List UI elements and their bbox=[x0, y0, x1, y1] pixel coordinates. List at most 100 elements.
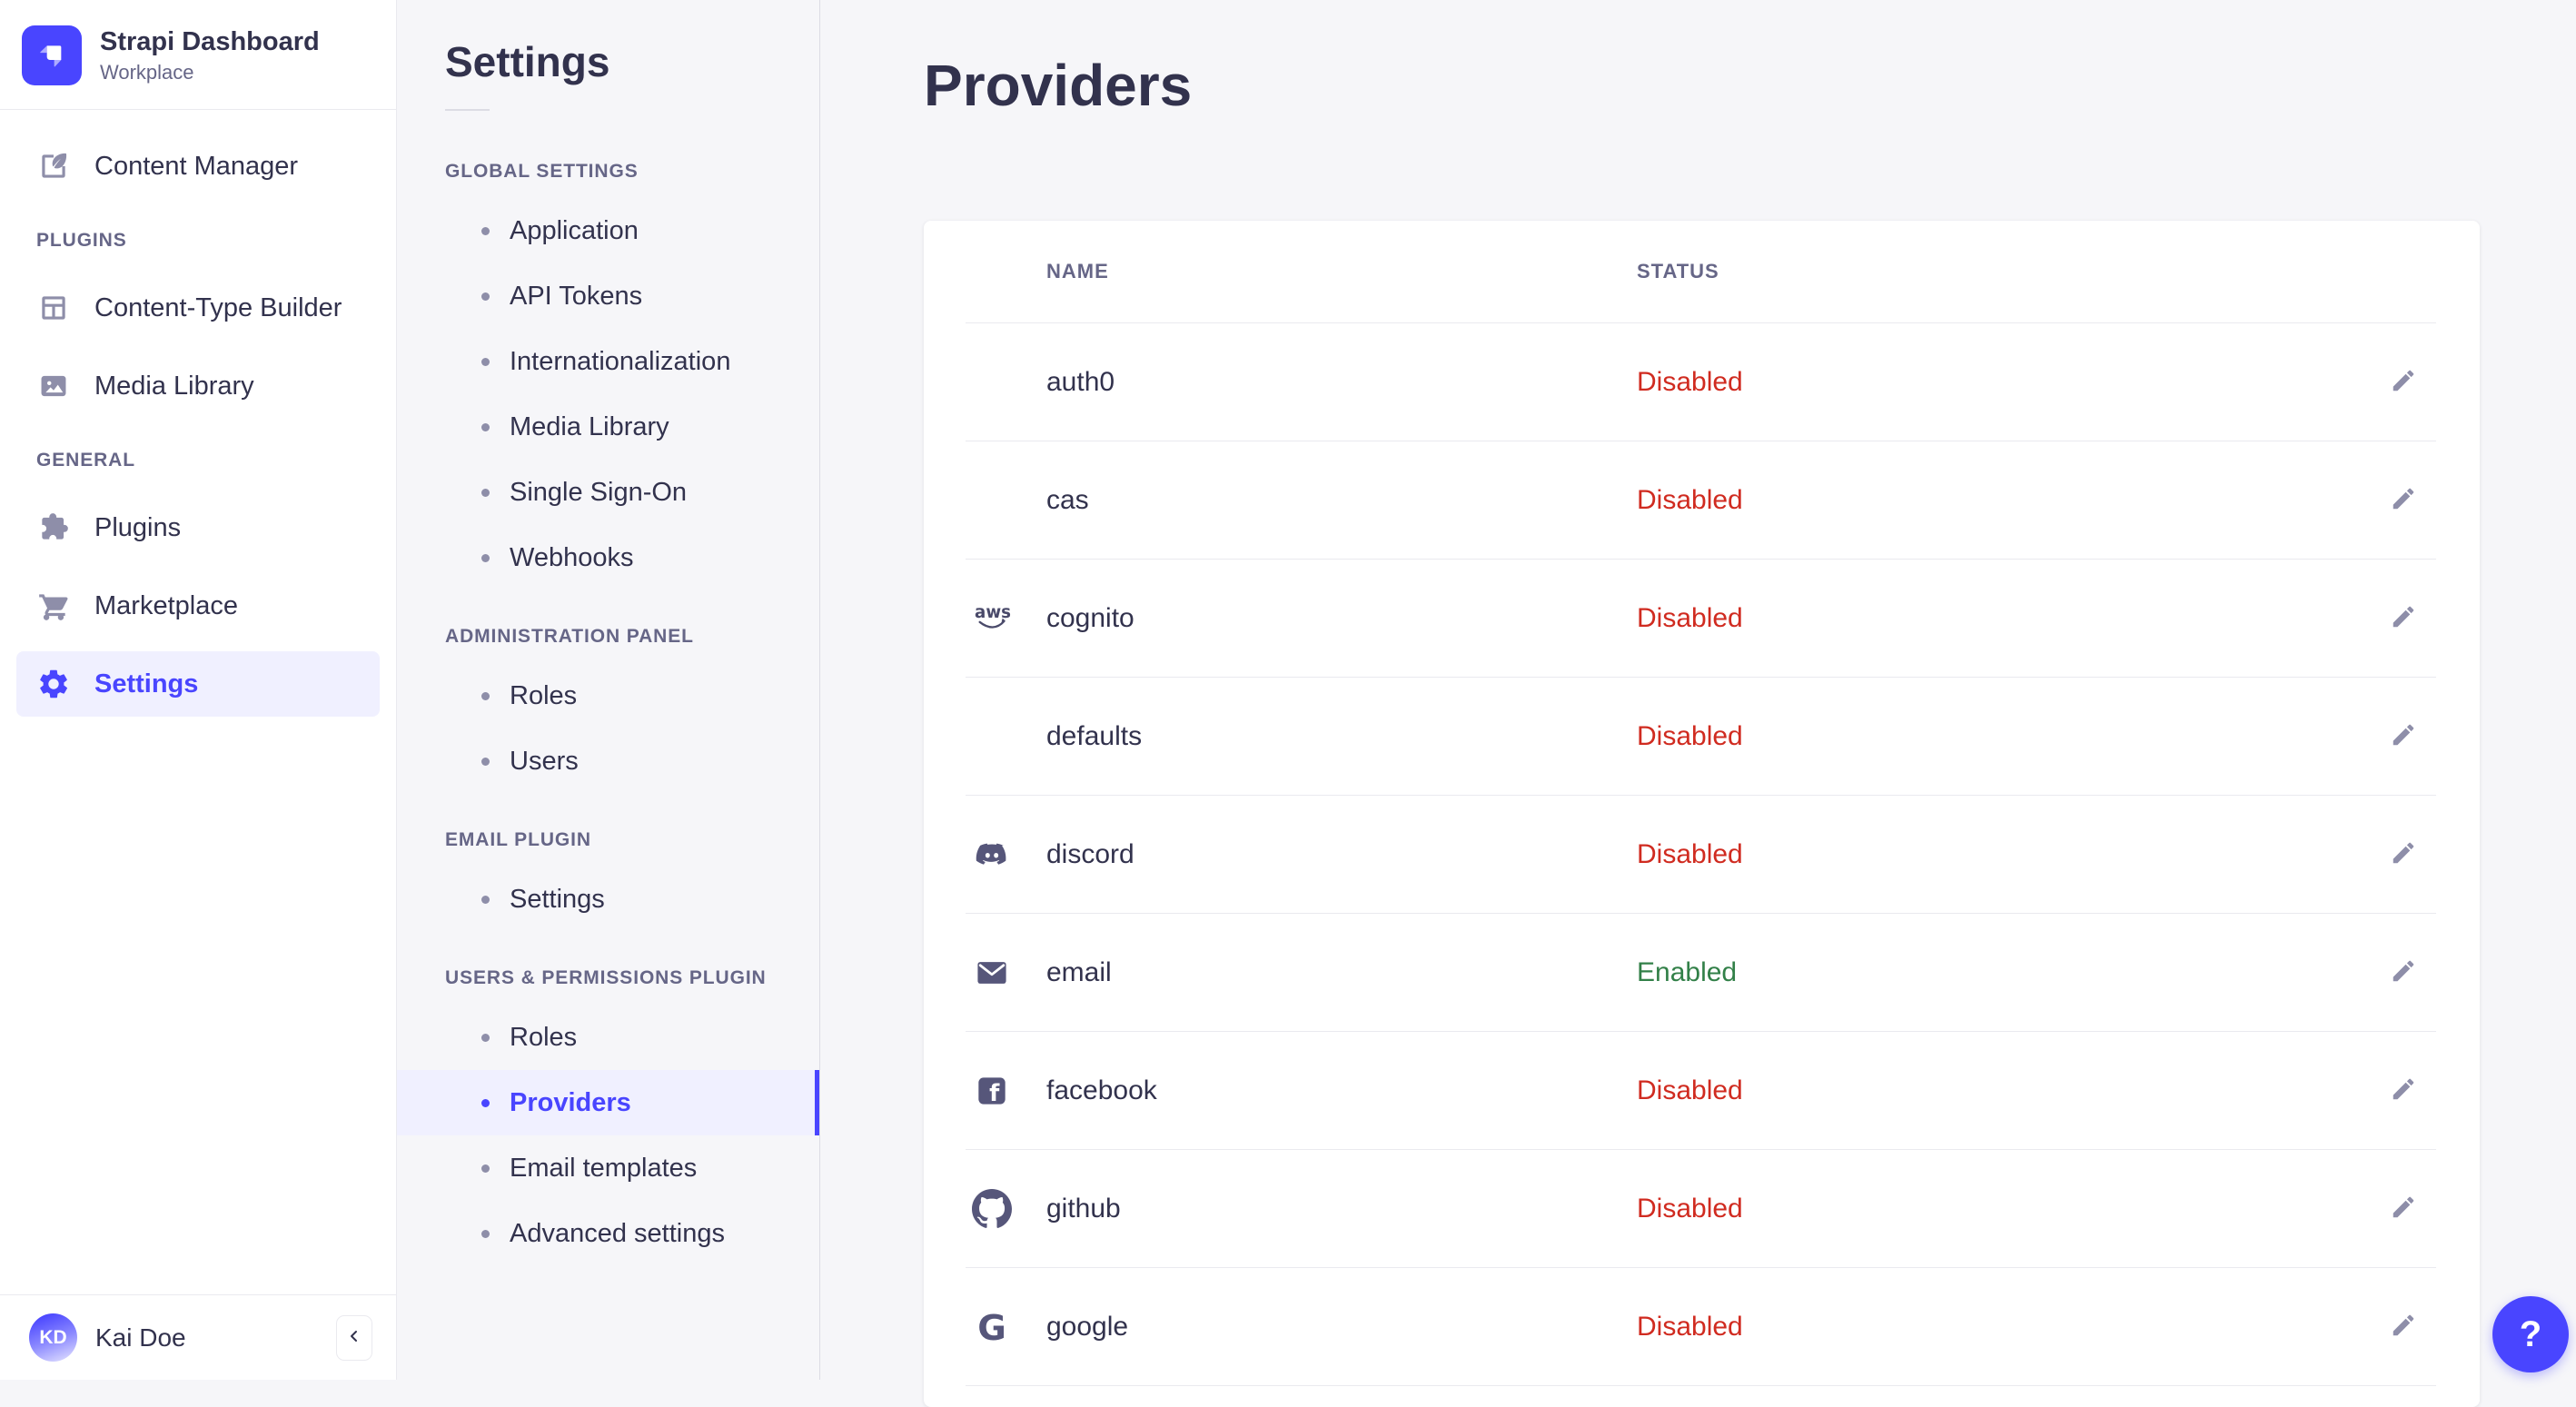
subnav-item-label: Email templates bbox=[510, 1154, 697, 1184]
bullet-icon bbox=[481, 358, 490, 366]
subnav-item-label: Single Sign-On bbox=[510, 478, 687, 508]
subnav-item-label: Webhooks bbox=[510, 543, 634, 573]
subnav-item-label: Roles bbox=[510, 1023, 577, 1053]
table-row-github[interactable]: github Disabled bbox=[966, 1150, 2436, 1268]
subnav-item-label: Providers bbox=[510, 1088, 631, 1118]
subnav-item-application[interactable]: Application bbox=[397, 198, 819, 263]
strapi-logo-icon bbox=[22, 25, 82, 85]
subnav-item-email-settings[interactable]: Settings bbox=[397, 867, 819, 932]
subnav-item-label: API Tokens bbox=[510, 282, 642, 312]
status-badge: Disabled bbox=[1637, 1194, 1743, 1224]
pencil-icon bbox=[2390, 1312, 2417, 1342]
brand-text: Strapi Dashboard Workplace bbox=[100, 25, 320, 85]
pencil-icon bbox=[2390, 721, 2417, 751]
edit-provider-button[interactable] bbox=[2384, 834, 2422, 875]
table-row-defaults[interactable]: defaults Disabled bbox=[966, 678, 2436, 796]
workspace-subtitle: Workplace bbox=[100, 60, 320, 85]
pencil-icon bbox=[2390, 957, 2417, 987]
main-content: Providers NAME STATUS auth0 Disabled cas… bbox=[820, 0, 2576, 1380]
subnav-item-single-sign-on[interactable]: Single Sign-On bbox=[397, 460, 819, 525]
app-root: Strapi Dashboard Workplace Content Manag… bbox=[0, 0, 2576, 1380]
subnav-item-advanced-settings[interactable]: Advanced settings bbox=[397, 1201, 819, 1266]
subnav-item-up-roles[interactable]: Roles bbox=[397, 1005, 819, 1070]
status-badge: Disabled bbox=[1637, 367, 1743, 397]
table-row-discord[interactable]: discord Disabled bbox=[966, 796, 2436, 914]
sidebar-item-settings[interactable]: Settings bbox=[16, 651, 380, 717]
subnav-item-label: Application bbox=[510, 216, 639, 246]
table-header-row: NAME STATUS bbox=[966, 221, 2436, 323]
table-row-auth0[interactable]: auth0 Disabled bbox=[966, 323, 2436, 441]
subnav-item-internationalization[interactable]: Internationalization bbox=[397, 329, 819, 394]
edit-provider-button[interactable] bbox=[2384, 480, 2422, 520]
subnav-item-admin-users[interactable]: Users bbox=[397, 728, 819, 794]
pencil-icon bbox=[2390, 367, 2417, 397]
provider-name: defaults bbox=[1046, 721, 1142, 752]
edit-provider-button[interactable] bbox=[2384, 598, 2422, 639]
sidebar-item-plugins[interactable]: Plugins bbox=[16, 495, 380, 560]
svg-text:f: f bbox=[989, 1080, 1000, 1107]
subnav-item-label: Settings bbox=[510, 885, 605, 915]
subnav-item-label: Media Library bbox=[510, 412, 669, 442]
providers-table-card: NAME STATUS auth0 Disabled cas Disabled bbox=[924, 221, 2480, 1407]
subnav-section-administration-panel: ADMINISTRATION PANEL bbox=[445, 626, 819, 648]
picture-icon bbox=[36, 369, 71, 403]
edit-provider-button[interactable] bbox=[2384, 1306, 2422, 1347]
sidebar-nav: Content Manager PLUGINS Content-Type Bui… bbox=[0, 110, 396, 1294]
bullet-icon bbox=[481, 1164, 490, 1173]
status-badge: Disabled bbox=[1637, 1075, 1743, 1105]
main-sidebar: Strapi Dashboard Workplace Content Manag… bbox=[0, 0, 397, 1380]
sidebar-footer: KD Kai Doe bbox=[0, 1294, 396, 1380]
edit-provider-button[interactable] bbox=[2384, 362, 2422, 402]
subnav-item-api-tokens[interactable]: API Tokens bbox=[397, 263, 819, 329]
table-row-cognito[interactable]: aws cognito Disabled bbox=[966, 560, 2436, 678]
pencil-icon bbox=[2390, 1075, 2417, 1105]
table-row-facebook[interactable]: f facebook Disabled bbox=[966, 1032, 2436, 1150]
subnav-item-providers[interactable]: Providers bbox=[397, 1070, 819, 1135]
provider-name: discord bbox=[1046, 839, 1134, 870]
bullet-icon bbox=[481, 692, 490, 700]
provider-name: github bbox=[1046, 1194, 1121, 1224]
table-row-cas[interactable]: cas Disabled bbox=[966, 441, 2436, 560]
subnav-item-label: Advanced settings bbox=[510, 1219, 725, 1249]
provider-name: cas bbox=[1046, 485, 1089, 516]
sidebar-item-label: Media Library bbox=[94, 372, 254, 401]
discord-icon bbox=[966, 835, 1046, 875]
sidebar-item-media-library[interactable]: Media Library bbox=[16, 353, 380, 419]
subnav-item-email-templates[interactable]: Email templates bbox=[397, 1135, 819, 1201]
puzzle-icon bbox=[36, 510, 71, 545]
subnav-item-label: Internationalization bbox=[510, 347, 730, 377]
subnav-section-users-permissions-plugin: USERS & PERMISSIONS PLUGIN bbox=[445, 967, 819, 989]
status-badge: Disabled bbox=[1637, 485, 1743, 515]
help-button[interactable]: ? bbox=[2492, 1296, 2569, 1372]
sidebar-item-marketplace[interactable]: Marketplace bbox=[16, 573, 380, 639]
column-header-name: NAME bbox=[966, 260, 1637, 283]
workspace-brand[interactable]: Strapi Dashboard Workplace bbox=[0, 0, 396, 109]
subnav-item-label: Roles bbox=[510, 681, 577, 711]
provider-name: auth0 bbox=[1046, 367, 1115, 398]
provider-name: cognito bbox=[1046, 603, 1134, 634]
subnav-item-media-library[interactable]: Media Library bbox=[397, 394, 819, 460]
status-badge: Disabled bbox=[1637, 839, 1743, 869]
edit-provider-button[interactable] bbox=[2384, 952, 2422, 993]
edit-provider-button[interactable] bbox=[2384, 1070, 2422, 1111]
sidebar-section-plugins: PLUGINS bbox=[36, 230, 380, 252]
sidebar-item-content-manager[interactable]: Content Manager bbox=[16, 134, 380, 199]
collapse-sidebar-button[interactable] bbox=[336, 1315, 372, 1361]
edit-provider-button[interactable] bbox=[2384, 1188, 2422, 1229]
subnav-item-webhooks[interactable]: Webhooks bbox=[397, 525, 819, 590]
sidebar-item-content-type-builder[interactable]: Content-Type Builder bbox=[16, 275, 380, 341]
provider-name: google bbox=[1046, 1312, 1128, 1343]
provider-name: email bbox=[1046, 957, 1112, 988]
settings-subnav: Settings GLOBAL SETTINGS Application API… bbox=[397, 0, 820, 1380]
pencil-icon bbox=[2390, 485, 2417, 515]
subnav-item-admin-roles[interactable]: Roles bbox=[397, 663, 819, 728]
table-row-email[interactable]: email Enabled bbox=[966, 914, 2436, 1032]
user-avatar[interactable]: KD bbox=[29, 1313, 77, 1362]
bullet-icon bbox=[481, 1230, 490, 1238]
user-name: Kai Doe bbox=[95, 1323, 186, 1353]
status-badge: Enabled bbox=[1637, 957, 1737, 987]
edit-provider-button[interactable] bbox=[2384, 716, 2422, 757]
provider-name: facebook bbox=[1046, 1075, 1157, 1106]
status-badge: Disabled bbox=[1637, 721, 1743, 751]
table-row-google[interactable]: G google Disabled bbox=[966, 1268, 2436, 1386]
